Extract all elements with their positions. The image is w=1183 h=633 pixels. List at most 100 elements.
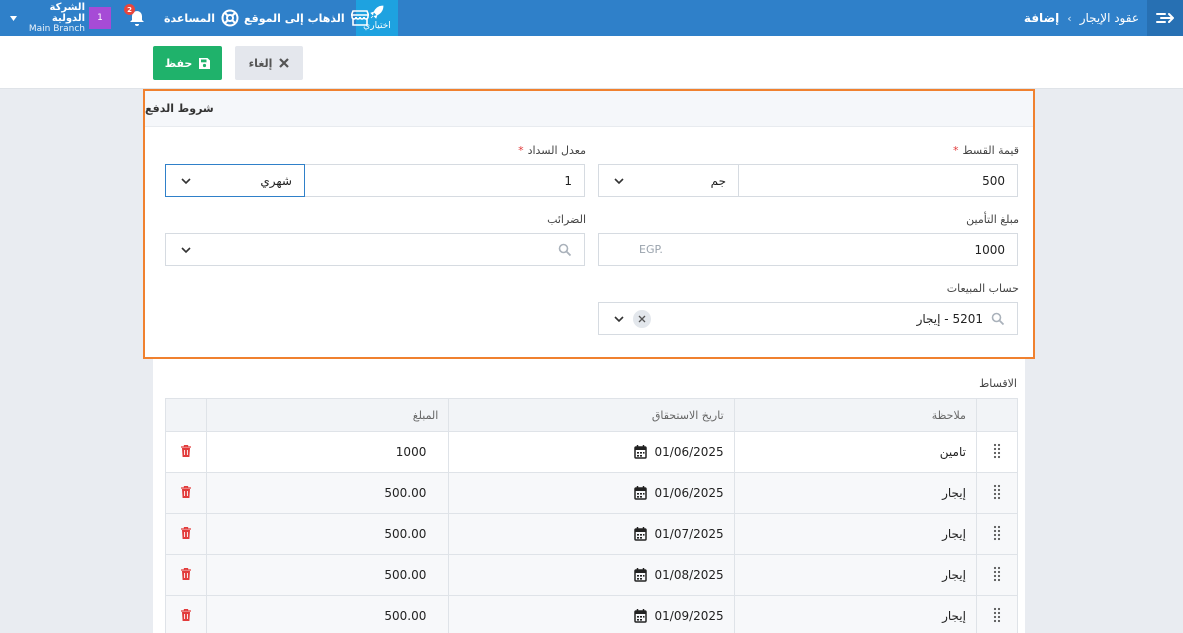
- amount-cell[interactable]: 500.00: [206, 554, 450, 596]
- table-row: إيجار 01/09/2025 500.00: [164, 595, 1019, 633]
- installments-table: ملاحظة تاريخ الاستحقاق المبلغ تامين 01/0…: [164, 398, 1019, 633]
- go-to-site-label: الذهاب إلى الموقع: [244, 11, 345, 25]
- payment-rate-count-input[interactable]: 1: [304, 164, 585, 197]
- taxes-label: الضرائب: [547, 213, 586, 226]
- due-date-cell[interactable]: 01/06/2025: [448, 472, 735, 514]
- help-label: المساعدة: [164, 11, 215, 25]
- delete-row-button[interactable]: [164, 595, 208, 633]
- note-cell[interactable]: إيجار: [733, 595, 977, 633]
- note-cell[interactable]: إيجار: [733, 513, 977, 555]
- due-date-cell[interactable]: 01/06/2025: [448, 431, 735, 473]
- amount-cell[interactable]: 500.00: [206, 472, 450, 514]
- drag-handle[interactable]: [975, 513, 1019, 555]
- calendar-icon[interactable]: [633, 609, 647, 623]
- help-link[interactable]: المساعدة: [164, 0, 239, 36]
- chevron-down-icon: [181, 247, 191, 254]
- note-cell[interactable]: إيجار: [733, 472, 977, 514]
- drag-handle-icon: [993, 607, 1001, 622]
- drag-handle-icon: [993, 566, 1001, 581]
- trash-icon: [181, 485, 192, 498]
- trash-icon: [181, 608, 192, 621]
- insurance-amount-input[interactable]: EGP. 1000: [598, 233, 1018, 266]
- cancel-button[interactable]: إلغاء: [235, 46, 303, 80]
- go-to-site-link[interactable]: الذهاب إلى الموقع: [244, 0, 369, 36]
- drag-handle[interactable]: [975, 431, 1019, 473]
- store-icon: [350, 10, 369, 26]
- drag-handle[interactable]: [975, 595, 1019, 633]
- sidebar-toggle-button[interactable]: [1147, 0, 1183, 36]
- table-header-row: ملاحظة تاريخ الاستحقاق المبلغ: [164, 398, 1019, 432]
- save-label: حفظ: [164, 56, 193, 70]
- amount-cell[interactable]: 1000: [206, 431, 450, 473]
- sales-account-select[interactable]: 5201 - إيجار: [598, 302, 1018, 335]
- amount-cell[interactable]: 500.00: [206, 595, 450, 633]
- rocket-icon: [370, 5, 384, 19]
- chevron-down-icon: [614, 316, 624, 323]
- note-cell[interactable]: تامين: [733, 431, 977, 473]
- handle-column-header: [975, 398, 1019, 432]
- due-date-cell[interactable]: 01/09/2025: [448, 595, 735, 633]
- delete-row-button[interactable]: [164, 513, 208, 555]
- drag-handle[interactable]: [975, 472, 1019, 514]
- branch-name: Main Branch: [28, 23, 85, 34]
- floppy-icon: [199, 57, 211, 69]
- installment-value-input[interactable]: 500: [738, 164, 1018, 197]
- payment-period-select[interactable]: شهري: [165, 164, 305, 197]
- payment-terms-panel: شروط الدفع قيمة القسط* 500 جم معدل السدا…: [143, 89, 1035, 359]
- delete-column-header: [164, 398, 208, 432]
- payment-rate-label: معدل السداد*: [518, 144, 586, 157]
- caret-down-icon: [10, 15, 17, 21]
- company-name: الشركة الدولية: [49, 1, 85, 24]
- chevron-down-icon: [181, 178, 191, 185]
- due-date-cell[interactable]: 01/07/2025: [448, 513, 735, 555]
- clear-selection-button[interactable]: [633, 310, 651, 328]
- company-switcher[interactable]: الشركة الدولية Main Branch: [10, 2, 85, 34]
- breadcrumb-separator: ›: [1067, 11, 1072, 25]
- table-row: إيجار 01/08/2025 500.00: [164, 554, 1019, 596]
- x-icon: [638, 315, 646, 323]
- delete-row-button[interactable]: [164, 472, 208, 514]
- breadcrumb: عقود الإيجار › إضافة: [1024, 0, 1139, 36]
- calendar-icon[interactable]: [633, 527, 647, 541]
- drag-handle[interactable]: [975, 554, 1019, 596]
- currency-select[interactable]: جم: [598, 164, 739, 197]
- notifications-button[interactable]: 2: [124, 4, 146, 27]
- save-button[interactable]: حفظ: [153, 46, 222, 80]
- drag-handle-icon: [993, 484, 1001, 499]
- calendar-icon[interactable]: [633, 568, 647, 582]
- action-bar: حفظ إلغاء: [0, 36, 1183, 89]
- breadcrumb-parent[interactable]: عقود الإيجار: [1080, 11, 1139, 25]
- drag-handle-icon: [993, 525, 1001, 540]
- amount-cell[interactable]: 500.00: [206, 513, 450, 555]
- installments-title: الاقساط: [979, 377, 1017, 390]
- search-icon: [991, 312, 1005, 325]
- note-column-header: ملاحظة: [733, 398, 977, 432]
- arrow-collapse-icon: [1156, 13, 1174, 23]
- search-icon: [558, 243, 572, 256]
- x-icon: [279, 58, 290, 68]
- calendar-icon[interactable]: [633, 486, 647, 500]
- amount-column-header: المبلغ: [206, 398, 450, 432]
- installment-value-label: قيمة القسط*: [952, 144, 1019, 157]
- currency-suffix: EGP.: [639, 243, 663, 256]
- delete-row-button[interactable]: [164, 554, 208, 596]
- installments-section: الاقساط ملاحظة تاريخ الاستحقاق المبلغ تا…: [153, 359, 1025, 633]
- calendar-icon[interactable]: [633, 445, 647, 459]
- cancel-label: إلغاء: [248, 56, 273, 70]
- lifebuoy-icon: [221, 9, 239, 27]
- trash-icon: [181, 526, 192, 539]
- delete-row-button[interactable]: [164, 431, 208, 473]
- note-cell[interactable]: إيجار: [733, 554, 977, 596]
- sales-account-label: حساب المبيعات: [946, 282, 1019, 295]
- table-row: إيجار 01/06/2025 500.00: [164, 472, 1019, 514]
- taxes-select[interactable]: [165, 233, 585, 266]
- trash-icon: [181, 444, 192, 457]
- notification-badge: 2: [124, 4, 135, 15]
- drag-handle-icon: [993, 443, 1001, 458]
- trash-icon: [181, 567, 192, 580]
- breadcrumb-current: إضافة: [1023, 11, 1060, 25]
- insurance-amount-label: مبلغ التأمين: [966, 213, 1019, 226]
- avatar[interactable]: 1: [89, 7, 111, 29]
- due-date-cell[interactable]: 01/08/2025: [448, 554, 735, 596]
- top-bar: عقود الإيجار › إضافة اختياري الذهاب إلى …: [0, 0, 1183, 36]
